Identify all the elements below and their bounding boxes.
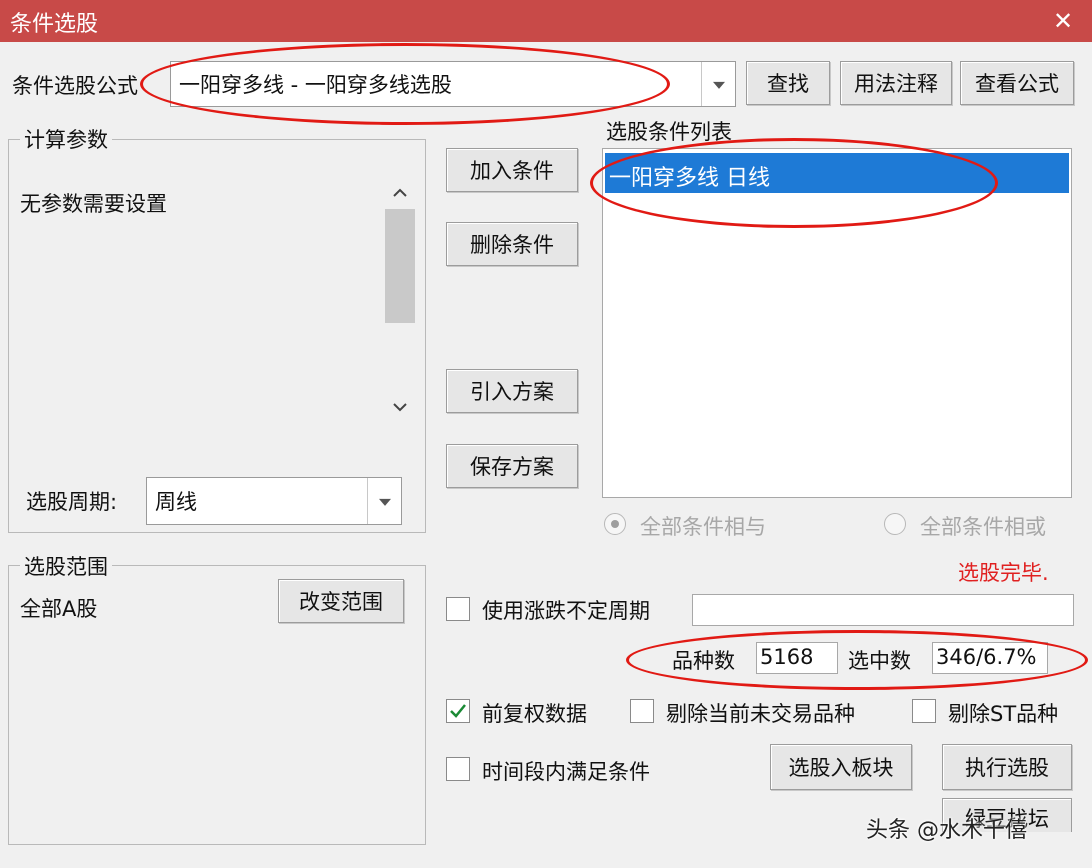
period-label: 选股周期: [26, 490, 118, 514]
range-group-title: 选股范围 [20, 551, 112, 581]
variable-period-label: 使用涨跌不定周期 [482, 599, 650, 623]
status-text: 选股完毕. [958, 561, 1049, 585]
total-count-label: 品种数 [672, 649, 735, 673]
scroll-up-icon[interactable] [388, 181, 412, 205]
check-icon [450, 704, 466, 718]
condition-list-item-label: 一阳穿多线 日线 [609, 166, 770, 191]
period-dropdown-arrow[interactable] [367, 478, 401, 524]
close-button[interactable]: ✕ [1046, 4, 1080, 38]
remove-st-checkbox[interactable] [912, 699, 936, 723]
watermark: 头条 @水木千僖 [866, 818, 1027, 843]
formula-label: 条件选股公式 [12, 74, 138, 98]
formula-select[interactable]: 一阳穿多线 - 一阳穿多线选股 [170, 61, 736, 107]
params-message: 无参数需要设置 [20, 192, 167, 216]
remove-untraded-checkbox[interactable] [630, 699, 654, 723]
params-group-title: 计算参数 [20, 124, 112, 154]
total-count-value: 5168 [756, 642, 838, 674]
selected-count-label: 选中数 [848, 649, 911, 673]
remove-untraded-label: 剔除当前未交易品种 [666, 702, 855, 726]
adjusted-data-checkbox[interactable] [446, 699, 470, 723]
params-scrollbar[interactable] [385, 175, 415, 423]
title-bar [0, 0, 1092, 42]
time-range-label: 时间段内满足条件 [482, 760, 650, 784]
remove-st-label: 剔除ST品种 [948, 702, 1059, 726]
formula-dropdown-arrow[interactable] [701, 62, 735, 106]
variable-period-input[interactable] [692, 594, 1074, 626]
chevron-down-icon [712, 81, 725, 89]
scroll-thumb[interactable] [385, 209, 415, 323]
save-plan-button[interactable]: 保存方案 [446, 444, 578, 488]
logic-or-label: 全部条件相或 [920, 515, 1046, 539]
condition-list-item[interactable]: 一阳穿多线 日线 [605, 153, 1069, 193]
view-formula-button[interactable]: 查看公式 [960, 61, 1074, 105]
change-range-button[interactable]: 改变范围 [278, 579, 404, 623]
window-title: 条件选股 [10, 12, 99, 37]
condition-list-title: 选股条件列表 [606, 120, 732, 144]
import-plan-button[interactable]: 引入方案 [446, 369, 578, 413]
delete-condition-button[interactable]: 删除条件 [446, 222, 578, 266]
variable-period-checkbox[interactable] [446, 597, 470, 621]
logic-and-label: 全部条件相与 [640, 515, 766, 539]
logic-and-radio[interactable] [604, 513, 626, 535]
add-to-block-button[interactable]: 选股入板块 [770, 744, 912, 790]
usage-notes-button[interactable]: 用法注释 [840, 61, 952, 105]
formula-value: 一阳穿多线 - 一阳穿多线选股 [179, 73, 452, 97]
find-button[interactable]: 查找 [746, 61, 830, 105]
chevron-down-icon [378, 498, 391, 506]
execute-button[interactable]: 执行选股 [942, 744, 1072, 790]
time-range-checkbox[interactable] [446, 757, 470, 781]
logic-or-radio[interactable] [884, 513, 906, 535]
add-condition-button[interactable]: 加入条件 [446, 148, 578, 192]
scroll-down-icon[interactable] [388, 395, 412, 419]
selected-count-value: 346/6.7% [932, 642, 1048, 674]
period-select[interactable]: 周线 [146, 477, 402, 525]
condition-list[interactable]: 一阳穿多线 日线 [602, 148, 1072, 498]
range-value: 全部A股 [20, 597, 98, 621]
adjusted-data-label: 前复权数据 [482, 702, 587, 726]
period-value: 周线 [155, 490, 197, 514]
